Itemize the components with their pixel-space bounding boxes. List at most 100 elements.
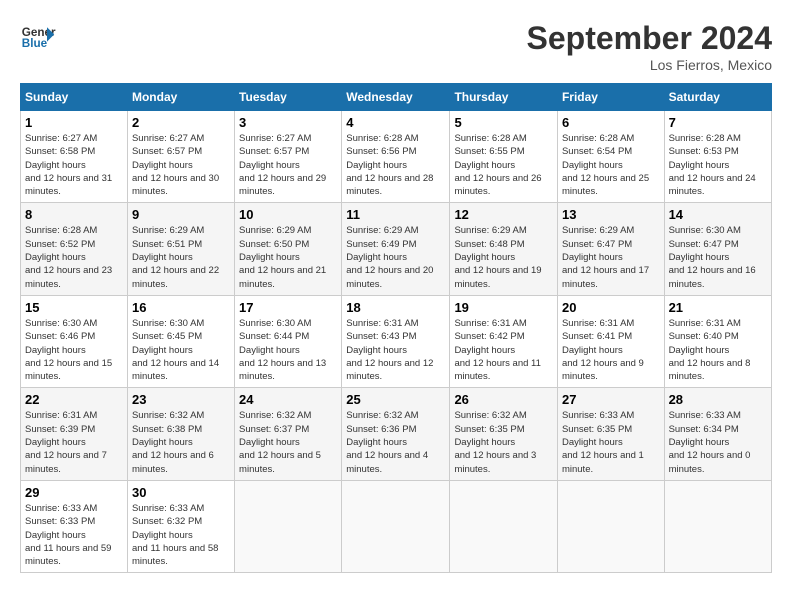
day-number: 2 xyxy=(132,115,230,130)
day-info: Sunrise: 6:27 AMSunset: 6:57 PMDaylight … xyxy=(132,133,219,197)
col-tuesday: Tuesday xyxy=(235,84,342,111)
logo-icon: General Blue xyxy=(20,20,56,56)
day-info: Sunrise: 6:32 AMSunset: 6:37 PMDaylight … xyxy=(239,410,321,474)
calendar-week-row: 8Sunrise: 6:28 AMSunset: 6:52 PMDaylight… xyxy=(21,203,772,295)
day-info: Sunrise: 6:31 AMSunset: 6:40 PMDaylight … xyxy=(669,318,751,382)
day-info: Sunrise: 6:29 AMSunset: 6:48 PMDaylight … xyxy=(454,225,541,289)
month-title: September 2024 xyxy=(527,20,772,57)
table-row: 8Sunrise: 6:28 AMSunset: 6:52 PMDaylight… xyxy=(21,203,128,295)
day-number: 6 xyxy=(562,115,660,130)
table-row xyxy=(557,480,664,572)
day-number: 23 xyxy=(132,392,230,407)
day-info: Sunrise: 6:30 AMSunset: 6:46 PMDaylight … xyxy=(25,318,112,382)
day-info: Sunrise: 6:33 AMSunset: 6:34 PMDaylight … xyxy=(669,410,751,474)
day-number: 11 xyxy=(346,207,445,222)
day-info: Sunrise: 6:30 AMSunset: 6:47 PMDaylight … xyxy=(669,225,756,289)
day-number: 27 xyxy=(562,392,660,407)
day-number: 12 xyxy=(454,207,553,222)
day-info: Sunrise: 6:28 AMSunset: 6:53 PMDaylight … xyxy=(669,133,756,197)
day-number: 8 xyxy=(25,207,123,222)
table-row: 20 Sunrise: 6:31 AMSunset: 6:41 PMDayligh… xyxy=(557,295,664,387)
day-number: 5 xyxy=(454,115,553,130)
day-info: Sunrise: 6:33 AMSunset: 6:35 PMDaylight … xyxy=(562,410,644,474)
day-number: 14 xyxy=(669,207,767,222)
col-sunday: Sunday xyxy=(21,84,128,111)
table-row xyxy=(664,480,771,572)
day-info: Sunrise: 6:30 AMSunset: 6:44 PMDaylight … xyxy=(239,318,326,382)
calendar-header-row: Sunday Monday Tuesday Wednesday Thursday… xyxy=(21,84,772,111)
table-row: 14 Sunrise: 6:30 AMSunset: 6:47 PMDayligh… xyxy=(664,203,771,295)
day-info: Sunrise: 6:33 AMSunset: 6:33 PMDaylight … xyxy=(25,503,111,567)
day-number: 9 xyxy=(132,207,230,222)
day-info: Sunrise: 6:29 AMSunset: 6:50 PMDaylight … xyxy=(239,225,326,289)
day-info: Sunrise: 6:29 AMSunset: 6:49 PMDaylight … xyxy=(346,225,433,289)
table-row: 17Sunrise: 6:30 AMSunset: 6:44 PMDayligh… xyxy=(235,295,342,387)
day-number: 4 xyxy=(346,115,445,130)
calendar-week-row: 22 Sunrise: 6:31 AMSunset: 6:39 PMDayligh… xyxy=(21,388,772,480)
day-info: Sunrise: 6:28 AMSunset: 6:56 PMDaylight … xyxy=(346,133,433,197)
day-number: 10 xyxy=(239,207,337,222)
table-row xyxy=(450,480,558,572)
calendar-table: Sunday Monday Tuesday Wednesday Thursday… xyxy=(20,83,772,573)
title-area: September 2024 Los Fierros, Mexico xyxy=(527,20,772,73)
table-row: 12 Sunrise: 6:29 AMSunset: 6:48 PMDayligh… xyxy=(450,203,558,295)
day-info: Sunrise: 6:28 AMSunset: 6:54 PMDaylight … xyxy=(562,133,649,197)
table-row: 15Sunrise: 6:30 AMSunset: 6:46 PMDayligh… xyxy=(21,295,128,387)
day-number: 3 xyxy=(239,115,337,130)
table-row: 30 Sunrise: 6:33 AMSunset: 6:32 PMDayligh… xyxy=(127,480,234,572)
day-info: Sunrise: 6:32 AMSunset: 6:38 PMDaylight … xyxy=(132,410,214,474)
col-wednesday: Wednesday xyxy=(342,84,450,111)
table-row: 5 Sunrise: 6:28 AMSunset: 6:55 PMDaylight… xyxy=(450,111,558,203)
table-row: 9 Sunrise: 6:29 AMSunset: 6:51 PMDaylight… xyxy=(127,203,234,295)
calendar-week-row: 15Sunrise: 6:30 AMSunset: 6:46 PMDayligh… xyxy=(21,295,772,387)
day-info: Sunrise: 6:27 AMSunset: 6:57 PMDaylight … xyxy=(239,133,326,197)
table-row xyxy=(235,480,342,572)
day-number: 24 xyxy=(239,392,337,407)
table-row: 4 Sunrise: 6:28 AMSunset: 6:56 PMDaylight… xyxy=(342,111,450,203)
table-row: 28 Sunrise: 6:33 AMSunset: 6:34 PMDayligh… xyxy=(664,388,771,480)
day-number: 16 xyxy=(132,300,230,315)
day-info: Sunrise: 6:31 AMSunset: 6:41 PMDaylight … xyxy=(562,318,644,382)
svg-text:Blue: Blue xyxy=(22,37,48,50)
day-info: Sunrise: 6:31 AMSunset: 6:39 PMDaylight … xyxy=(25,410,107,474)
table-row: 6 Sunrise: 6:28 AMSunset: 6:54 PMDaylight… xyxy=(557,111,664,203)
col-saturday: Saturday xyxy=(664,84,771,111)
table-row: 25Sunrise: 6:32 AMSunset: 6:36 PMDayligh… xyxy=(342,388,450,480)
day-number: 19 xyxy=(454,300,553,315)
day-number: 7 xyxy=(669,115,767,130)
day-number: 26 xyxy=(454,392,553,407)
day-info: Sunrise: 6:29 AMSunset: 6:51 PMDaylight … xyxy=(132,225,219,289)
table-row: 2 Sunrise: 6:27 AMSunset: 6:57 PMDaylight… xyxy=(127,111,234,203)
day-info: Sunrise: 6:28 AMSunset: 6:55 PMDaylight … xyxy=(454,133,541,197)
table-row: 24 Sunrise: 6:32 AMSunset: 6:37 PMDayligh… xyxy=(235,388,342,480)
day-number: 21 xyxy=(669,300,767,315)
day-number: 22 xyxy=(25,392,123,407)
table-row: 10 Sunrise: 6:29 AMSunset: 6:50 PMDayligh… xyxy=(235,203,342,295)
day-info: Sunrise: 6:31 AMSunset: 6:42 PMDaylight … xyxy=(454,318,540,382)
day-info: Sunrise: 6:29 AMSunset: 6:47 PMDaylight … xyxy=(562,225,649,289)
day-info: Sunrise: 6:33 AMSunset: 6:32 PMDaylight … xyxy=(132,503,218,567)
day-number: 20 xyxy=(562,300,660,315)
day-number: 30 xyxy=(132,485,230,500)
table-row xyxy=(342,480,450,572)
day-number: 13 xyxy=(562,207,660,222)
day-info: Sunrise: 6:30 AMSunset: 6:45 PMDaylight … xyxy=(132,318,219,382)
page-header: General Blue September 2024 Los Fierros,… xyxy=(20,20,772,73)
day-number: 28 xyxy=(669,392,767,407)
table-row: 21 Sunrise: 6:31 AMSunset: 6:40 PMDayligh… xyxy=(664,295,771,387)
col-friday: Friday xyxy=(557,84,664,111)
location: Los Fierros, Mexico xyxy=(527,57,772,73)
table-row: 1 Sunrise: 6:27 AMSunset: 6:58 PMDaylight… xyxy=(21,111,128,203)
table-row: 16 Sunrise: 6:30 AMSunset: 6:45 PMDayligh… xyxy=(127,295,234,387)
table-row: 13 Sunrise: 6:29 AMSunset: 6:47 PMDayligh… xyxy=(557,203,664,295)
day-number: 1 xyxy=(25,115,123,130)
table-row: 22 Sunrise: 6:31 AMSunset: 6:39 PMDayligh… xyxy=(21,388,128,480)
table-row: 23 Sunrise: 6:32 AMSunset: 6:38 PMDayligh… xyxy=(127,388,234,480)
table-row: 18Sunrise: 6:31 AMSunset: 6:43 PMDayligh… xyxy=(342,295,450,387)
table-row: 7 Sunrise: 6:28 AMSunset: 6:53 PMDaylight… xyxy=(664,111,771,203)
calendar-week-row: 29Sunrise: 6:33 AMSunset: 6:33 PMDayligh… xyxy=(21,480,772,572)
day-info: Sunrise: 6:31 AMSunset: 6:43 PMDaylight … xyxy=(346,318,433,382)
day-number: 25 xyxy=(346,392,445,407)
table-row: 11 Sunrise: 6:29 AMSunset: 6:49 PMDayligh… xyxy=(342,203,450,295)
day-info: Sunrise: 6:27 AMSunset: 6:58 PMDaylight … xyxy=(25,133,112,197)
